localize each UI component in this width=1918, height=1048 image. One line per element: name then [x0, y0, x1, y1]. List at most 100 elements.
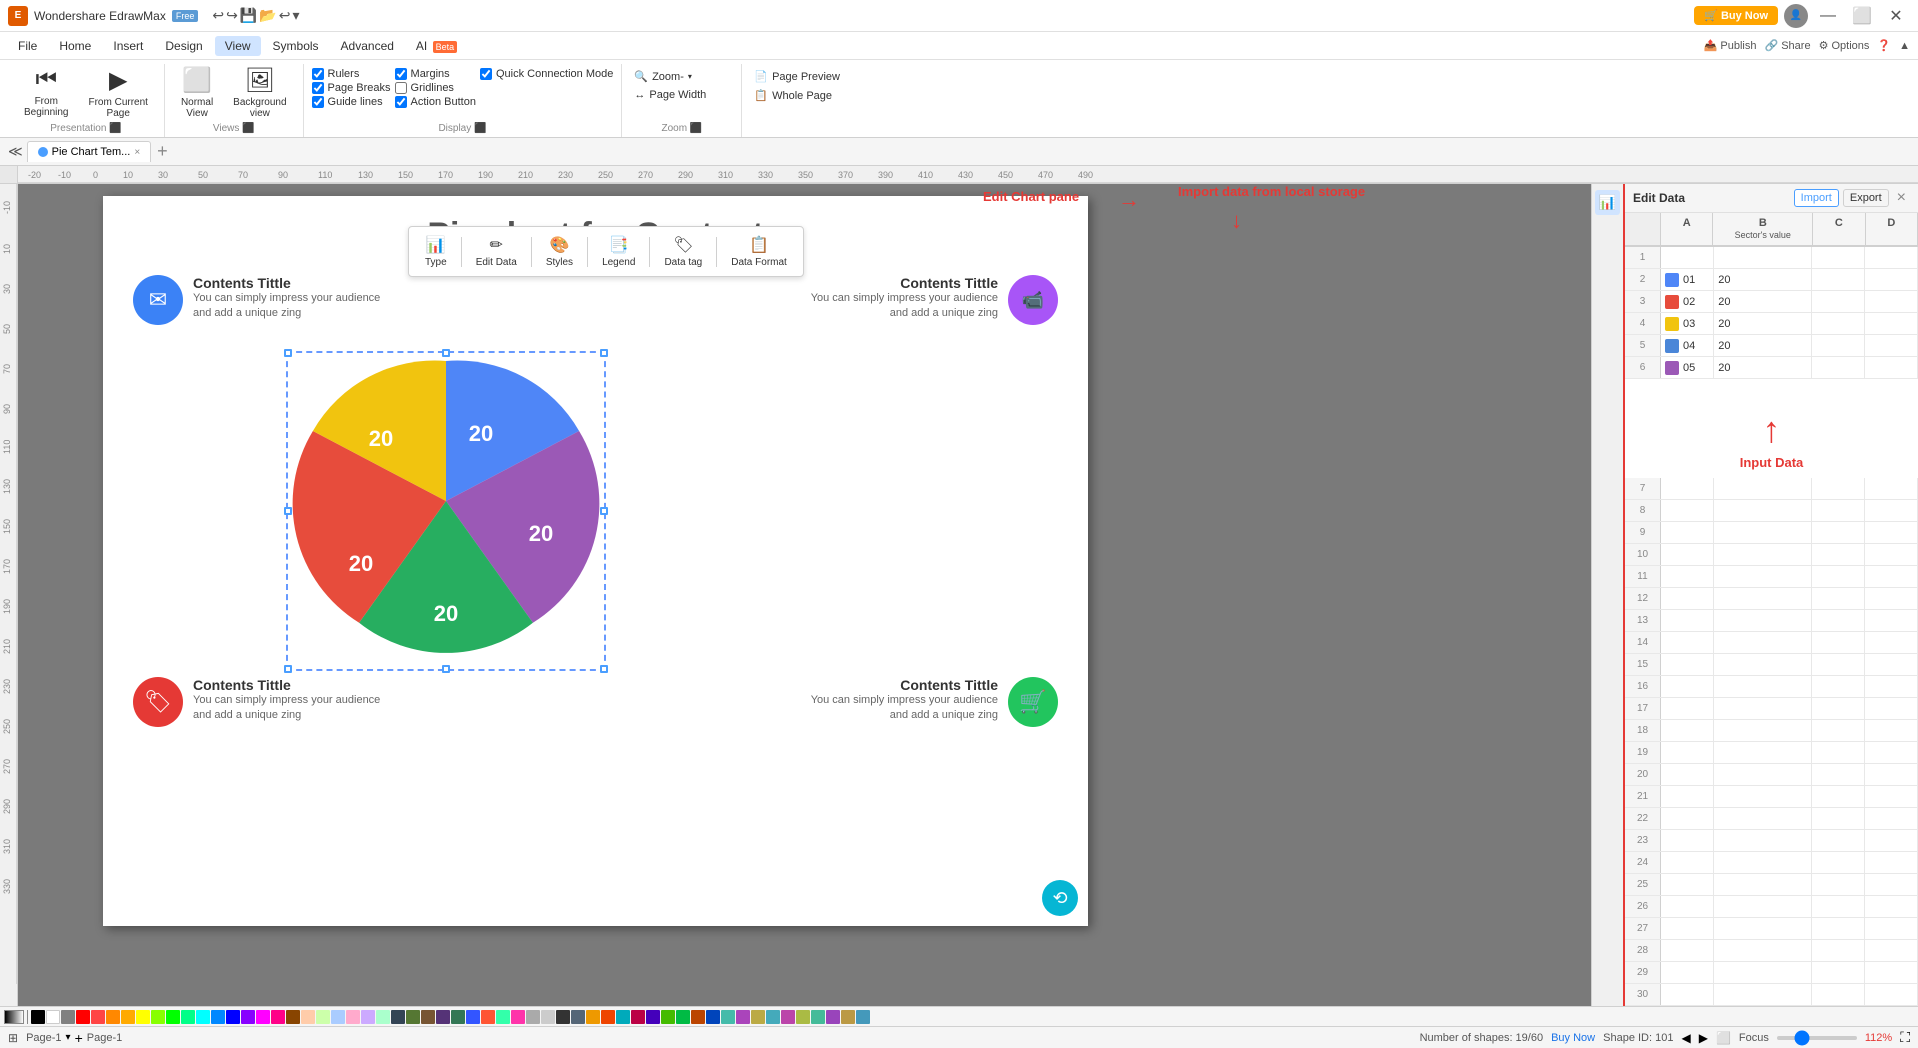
cell-d-27[interactable]: [1865, 918, 1918, 939]
cell-a-3[interactable]: 02: [1661, 291, 1714, 312]
cell-d-20[interactable]: [1865, 764, 1918, 785]
cell-a-9[interactable]: [1661, 522, 1714, 543]
cell-c-9[interactable]: [1812, 522, 1865, 543]
cell-b-18[interactable]: [1714, 720, 1811, 741]
cell-d-30[interactable]: [1865, 984, 1918, 1005]
color-chip-brightgreen[interactable]: [661, 1010, 675, 1024]
cell-a-13[interactable]: [1661, 610, 1714, 631]
more-button[interactable]: ▾: [292, 7, 299, 24]
cell-a-10[interactable]: [1661, 544, 1714, 565]
cell-c-5[interactable]: [1812, 335, 1865, 356]
check-gridlines[interactable]: Gridlines: [395, 82, 476, 94]
cell-c-3[interactable]: [1812, 291, 1865, 312]
cell-a-26[interactable]: [1661, 896, 1714, 917]
color-chip-coral[interactable]: [481, 1010, 495, 1024]
color-chip-brown[interactable]: [286, 1010, 300, 1024]
cell-b-2[interactable]: 20: [1714, 269, 1811, 290]
color-chip-indigo[interactable]: [646, 1010, 660, 1024]
color-chip-black[interactable]: [31, 1010, 45, 1024]
cell-a-20[interactable]: [1661, 764, 1714, 785]
buy-now-button[interactable]: 🛒 Buy Now: [1694, 6, 1778, 25]
add-page-button[interactable]: +: [75, 1030, 83, 1046]
cell-d-18[interactable]: [1865, 720, 1918, 741]
color-chip-amber[interactable]: [121, 1010, 135, 1024]
fit-page-btn[interactable]: ⬜: [1716, 1031, 1731, 1045]
cell-c-18[interactable]: [1812, 720, 1865, 741]
color-palette-selector[interactable]: [4, 1010, 24, 1024]
ft-edit-data-button[interactable]: ✏ Edit Data: [468, 231, 525, 272]
panel-close-button[interactable]: ×: [1893, 189, 1910, 207]
share-action[interactable]: 🔗 Share: [1764, 39, 1810, 52]
cell-a-30[interactable]: [1661, 984, 1714, 1005]
scroll-right-btn[interactable]: ▶: [1699, 1031, 1708, 1045]
color-chip-lightmint[interactable]: [376, 1010, 390, 1024]
expand-action[interactable]: ▲: [1899, 40, 1910, 52]
redo-button[interactable]: ↪: [226, 7, 238, 24]
cell-d-17[interactable]: [1865, 698, 1918, 719]
import-button[interactable]: Import: [1794, 189, 1839, 207]
color-chip-silver[interactable]: [526, 1010, 540, 1024]
color-chip-royal[interactable]: [706, 1010, 720, 1024]
cell-b-24[interactable]: [1714, 852, 1811, 873]
color-chip-crimson[interactable]: [631, 1010, 645, 1024]
color-chip-steel[interactable]: [856, 1010, 870, 1024]
cell-d-10[interactable]: [1865, 544, 1918, 565]
cell-c-16[interactable]: [1812, 676, 1865, 697]
cell-a-1[interactable]: [1661, 247, 1714, 268]
cell-b-23[interactable]: [1714, 830, 1811, 851]
panel-chart-icon-btn[interactable]: 📊: [1595, 190, 1620, 215]
cell-b-15[interactable]: [1714, 654, 1811, 675]
cell-a-18[interactable]: [1661, 720, 1714, 741]
undo-button[interactable]: ↩: [212, 7, 224, 24]
check-page-breaks[interactable]: Page Breaks: [312, 82, 391, 94]
color-chip-darkpurple[interactable]: [436, 1010, 450, 1024]
cell-b-29[interactable]: [1714, 962, 1811, 983]
cell-b-9[interactable]: [1714, 522, 1811, 543]
color-chip-darkgray[interactable]: [556, 1010, 570, 1024]
cell-b-20[interactable]: [1714, 764, 1811, 785]
cell-c-2[interactable]: [1812, 269, 1865, 290]
ft-styles-button[interactable]: 🎨 Styles: [538, 231, 581, 272]
cell-b-22[interactable]: [1714, 808, 1811, 829]
cell-c-26[interactable]: [1812, 896, 1865, 917]
fullscreen-btn[interactable]: ⛶: [1900, 1029, 1910, 1046]
cell-d-3[interactable]: [1865, 291, 1918, 312]
color-chip-lightpink[interactable]: [346, 1010, 360, 1024]
tab-pie-chart[interactable]: Pie Chart Tem... ×: [27, 141, 152, 162]
color-chip-lightgray[interactable]: [541, 1010, 555, 1024]
color-chip-blue2[interactable]: [226, 1010, 240, 1024]
cell-d-4[interactable]: [1865, 313, 1918, 334]
color-chip-blue[interactable]: [211, 1010, 225, 1024]
color-chip-bronze[interactable]: [841, 1010, 855, 1024]
menu-design[interactable]: Design: [155, 36, 212, 56]
cell-d-19[interactable]: [1865, 742, 1918, 763]
handle-br[interactable]: [600, 665, 608, 673]
save-button[interactable]: 💾: [240, 7, 257, 24]
handle-bl[interactable]: [284, 665, 292, 673]
color-chip-seafoam[interactable]: [496, 1010, 510, 1024]
color-chip-green[interactable]: [166, 1010, 180, 1024]
cell-d-9[interactable]: [1865, 522, 1918, 543]
cell-c-25[interactable]: [1812, 874, 1865, 895]
ft-type-button[interactable]: 📊 Type: [417, 231, 455, 272]
check-margins[interactable]: Margins: [395, 68, 476, 80]
cell-a-23[interactable]: [1661, 830, 1714, 851]
whole-page-btn[interactable]: 📋 Whole Page: [750, 87, 836, 104]
cell-c-30[interactable]: [1812, 984, 1865, 1005]
cell-d-12[interactable]: [1865, 588, 1918, 609]
cell-d-1[interactable]: [1865, 247, 1918, 268]
cell-b-28[interactable]: [1714, 940, 1811, 961]
cell-d-29[interactable]: [1865, 962, 1918, 983]
page-width-btn[interactable]: ↔ Page Width: [630, 87, 710, 103]
cell-a-19[interactable]: [1661, 742, 1714, 763]
color-chip-teal[interactable]: [451, 1010, 465, 1024]
menu-advanced[interactable]: Advanced: [331, 36, 404, 56]
cell-d-2[interactable]: [1865, 269, 1918, 290]
ft-data-tag-button[interactable]: 🏷 Data tag: [656, 231, 710, 272]
tab-nav-left[interactable]: ≪: [4, 141, 27, 162]
cell-c-4[interactable]: [1812, 313, 1865, 334]
color-chip-burnt[interactable]: [601, 1010, 615, 1024]
color-chip-lime[interactable]: [151, 1010, 165, 1024]
options-action[interactable]: ⚙ Options: [1819, 39, 1870, 52]
cell-d-8[interactable]: [1865, 500, 1918, 521]
